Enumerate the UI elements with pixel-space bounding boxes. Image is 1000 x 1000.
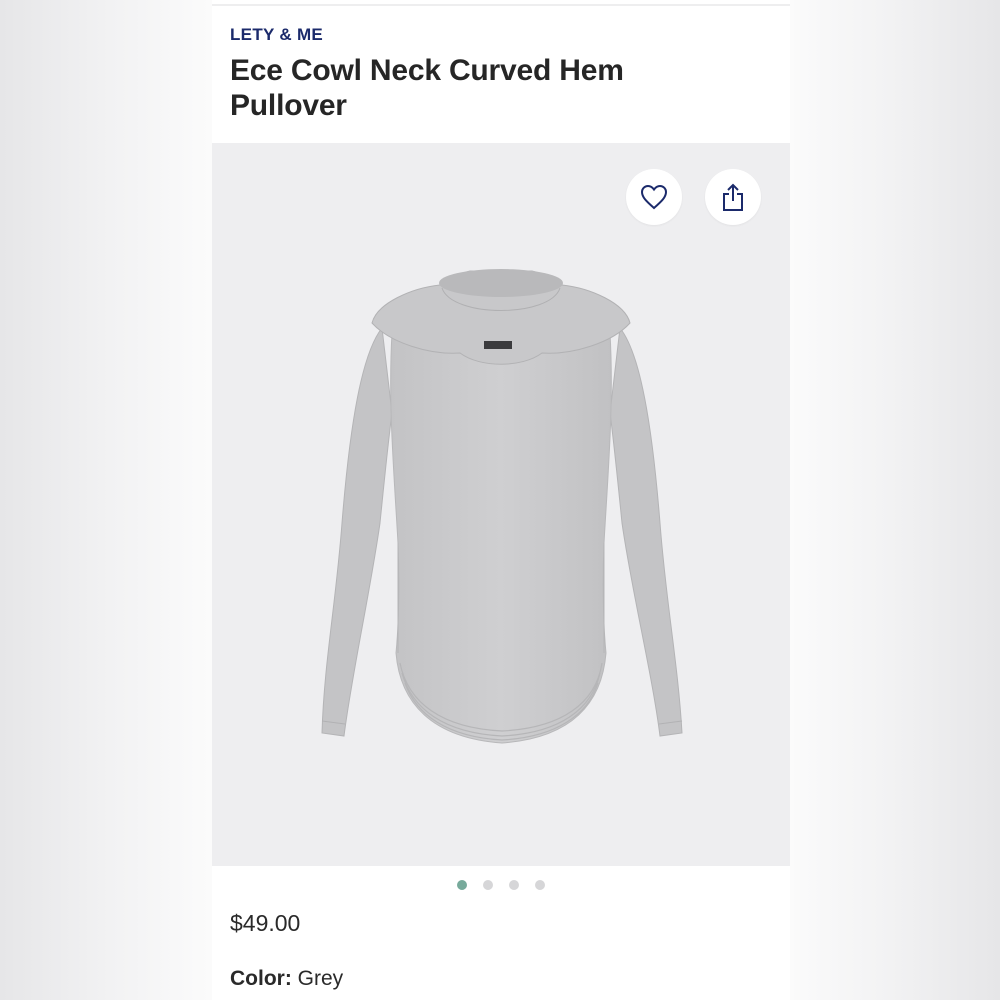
brand-name[interactable]: LETY & ME — [230, 25, 323, 45]
pagination-dot-active[interactable] — [457, 880, 467, 890]
header-divider — [212, 4, 790, 6]
heart-icon — [640, 184, 668, 210]
product-image — [321, 269, 683, 744]
product-image-gallery[interactable] — [212, 143, 790, 866]
share-button[interactable] — [705, 169, 761, 225]
color-value: Grey — [297, 967, 344, 990]
product-price: $49.00 — [230, 910, 301, 936]
gallery-pagination — [212, 880, 790, 890]
pagination-dot[interactable] — [509, 880, 519, 890]
pagination-dot[interactable] — [535, 880, 545, 890]
favorite-button[interactable] — [626, 169, 682, 225]
product-detail-screen: LETY & ME Ece Cowl Neck Curved Hem Pullo… — [212, 0, 790, 1000]
product-title: Ece Cowl Neck Curved Hem Pullover — [230, 54, 624, 122]
pagination-dot[interactable] — [483, 880, 493, 890]
color-label: Color: — [230, 967, 292, 990]
color-selection: Color: Grey — [230, 967, 343, 991]
share-icon — [723, 183, 743, 211]
